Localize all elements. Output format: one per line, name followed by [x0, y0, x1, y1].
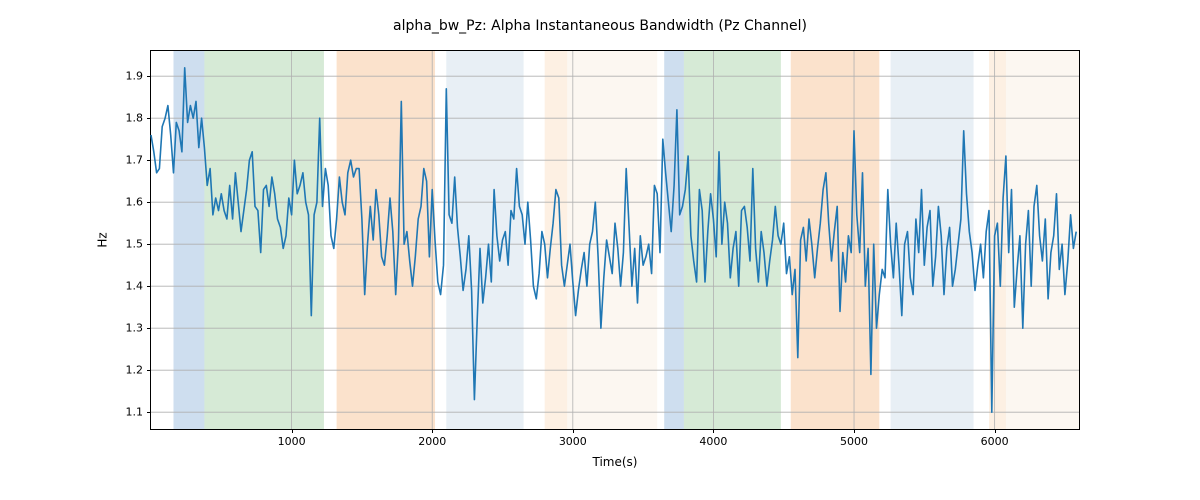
background-band: [337, 51, 435, 429]
background-band: [204, 51, 324, 429]
plot-surface: [151, 51, 1079, 429]
y-axis-label: Hz: [93, 50, 113, 430]
background-band: [446, 51, 523, 429]
figure: alpha_bw_Pz: Alpha Instantaneous Bandwid…: [0, 0, 1200, 500]
chart-title: alpha_bw_Pz: Alpha Instantaneous Bandwid…: [0, 18, 1200, 34]
plot-axes: 1000200030004000500060001.11.21.31.41.51…: [150, 50, 1080, 430]
background-band: [664, 51, 684, 429]
x-axis-label: Time(s): [150, 455, 1080, 469]
background-band: [891, 51, 974, 429]
background-band: [545, 51, 567, 429]
background-band: [173, 51, 204, 429]
background-band: [1006, 51, 1079, 429]
background-band: [567, 51, 657, 429]
